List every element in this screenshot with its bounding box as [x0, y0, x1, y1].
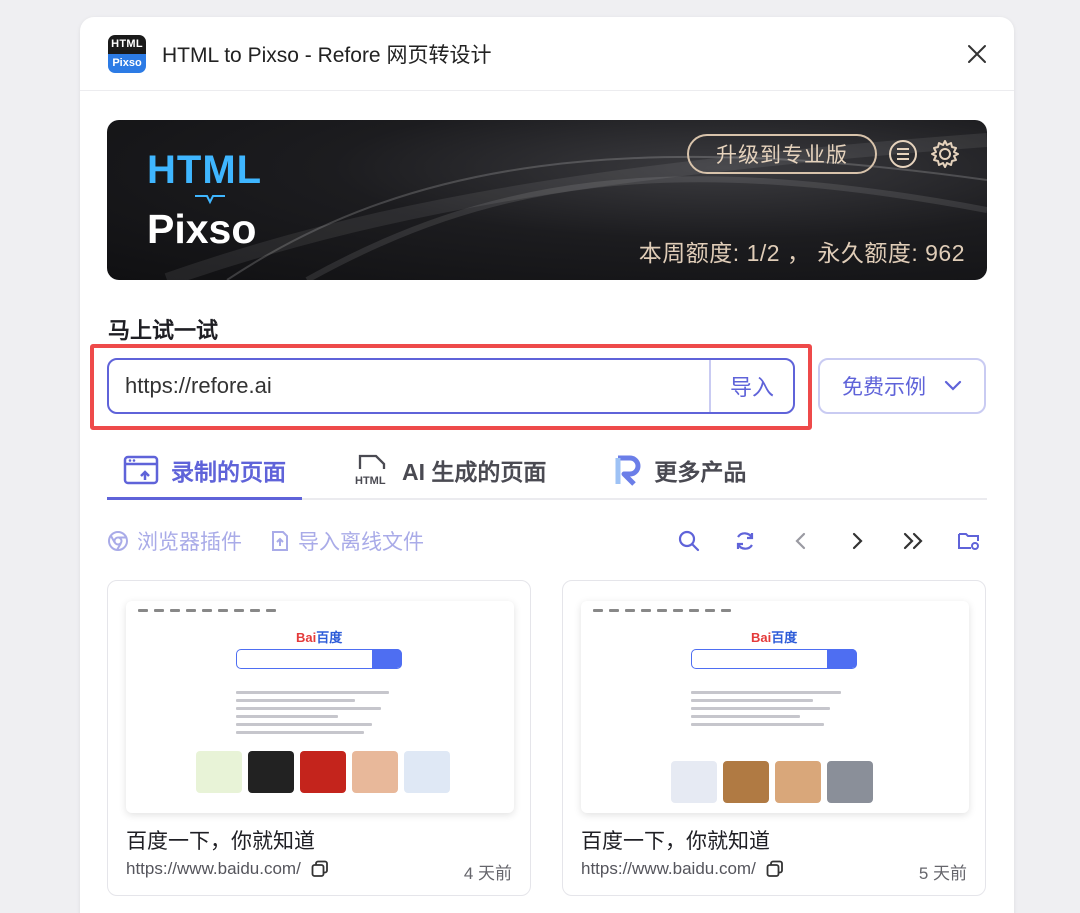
browser-plugin-label: 浏览器插件: [137, 531, 242, 554]
page-card[interactable]: Bai百度 百度一下，你就知道 https://www.baidu.com/ 4…: [107, 580, 531, 896]
copy-icon: [311, 860, 328, 877]
title-bar: HTML Pixso HTML to Pixso - Refore 网页转设计: [80, 17, 1014, 91]
next-page-button[interactable]: [839, 523, 875, 559]
page-card[interactable]: Bai百度 百度一下，你就知道 https://www.baidu.com/ 5…: [562, 580, 986, 896]
folder-gear-icon: [958, 533, 979, 550]
promo-banner: HTML Pixso 升级到专业版 本周额度: 1/2 ， 永久额度: 962: [107, 120, 987, 280]
try-title: 马上试一试: [108, 318, 219, 343]
examples-label: 免费示例: [842, 376, 926, 399]
browser-window-icon: [123, 455, 159, 485]
import-offline-label: 导入离线文件: [298, 531, 424, 554]
html-file-icon: HTML: [355, 454, 386, 487]
last-page-button[interactable]: [895, 523, 931, 559]
tab-recorded[interactable]: 录制的页面: [107, 442, 302, 500]
import-offline-link[interactable]: 导入离线文件: [270, 526, 424, 556]
close-icon: [968, 44, 986, 63]
page-thumbnail: Bai百度: [126, 601, 514, 813]
card-title: 百度一下，你就知道: [126, 830, 315, 853]
thumbnail-logo: Bai百度: [296, 627, 342, 646]
app-logo-bottom: Pixso: [108, 53, 146, 73]
refore-logo-icon: [615, 455, 641, 486]
examples-dropdown[interactable]: 免费示例: [818, 358, 986, 414]
thumbnail-logo-a: Bai: [751, 630, 772, 645]
copy-url-button[interactable]: [766, 860, 784, 878]
card-title: 百度一下，你就知道: [581, 830, 770, 853]
brand-html: HTML: [147, 148, 263, 192]
chevron-right-icon: [852, 532, 863, 550]
menu-button[interactable]: [887, 138, 919, 170]
card-url: https://www.baidu.com/: [126, 859, 301, 878]
tab-bar: 录制的页面 HTML AI 生成的页面 更多产品: [107, 442, 987, 500]
url-field: 导入: [107, 358, 795, 414]
double-chevron-right-icon: [903, 532, 923, 550]
page-thumbnail: Bai百度: [581, 601, 969, 813]
card-url-row: https://www.baidu.com/: [126, 859, 329, 879]
card-url-row: https://www.baidu.com/: [581, 859, 784, 879]
quota-text: 本周额度: 1/2 ， 永久额度: 962: [638, 240, 965, 266]
folder-settings-button[interactable]: [951, 523, 987, 559]
tab-recorded-label: 录制的页面: [171, 459, 286, 485]
search-button[interactable]: [671, 523, 707, 559]
tab-more-products[interactable]: 更多产品: [598, 442, 762, 498]
tab-ai-generated-label: AI 生成的页面: [402, 459, 547, 485]
app-logo-top: HTML: [108, 34, 146, 54]
thumbnail-logo-a: Bai: [296, 630, 317, 645]
thumbnail-logo-b: 百度: [316, 630, 343, 645]
refresh-icon: [736, 532, 754, 550]
browser-plugin-link[interactable]: 浏览器插件: [107, 526, 242, 556]
card-url: https://www.baidu.com/: [581, 859, 756, 878]
chevron-left-icon: [795, 532, 806, 550]
settings-button[interactable]: [929, 138, 961, 170]
refresh-button[interactable]: [727, 523, 763, 559]
search-icon: [678, 530, 700, 552]
copy-icon: [766, 860, 783, 877]
file-upload-icon: [272, 531, 288, 551]
app-logo: HTML Pixso: [108, 34, 146, 73]
tab-more-products-label: 更多产品: [654, 459, 747, 485]
url-input[interactable]: [109, 360, 709, 412]
card-time: 5 天前: [918, 864, 967, 883]
thumbnail-logo-b: 百度: [771, 630, 798, 645]
plugin-panel: HTML Pixso HTML to Pixso - Refore 网页转设计 …: [80, 17, 1014, 913]
close-button[interactable]: [962, 39, 992, 69]
gear-icon: [931, 140, 959, 168]
svg-text:HTML: HTML: [355, 475, 386, 487]
chrome-icon: [108, 531, 128, 551]
copy-url-button[interactable]: [311, 860, 329, 878]
thumbnail-logo: Bai百度: [751, 627, 797, 646]
prev-page-button[interactable]: [783, 523, 819, 559]
upgrade-button[interactable]: 升级到专业版: [687, 134, 877, 174]
window-title: HTML to Pixso - Refore 网页转设计: [162, 43, 492, 67]
brand-pixso: Pixso: [147, 206, 257, 252]
tab-ai-generated[interactable]: HTML AI 生成的页面: [338, 442, 562, 498]
menu-icon: [889, 140, 917, 168]
toolbar: 浏览器插件 导入离线文件: [107, 523, 987, 559]
card-time: 4 天前: [463, 864, 512, 883]
import-button[interactable]: 导入: [709, 360, 793, 412]
chevron-down-icon: [944, 380, 962, 391]
